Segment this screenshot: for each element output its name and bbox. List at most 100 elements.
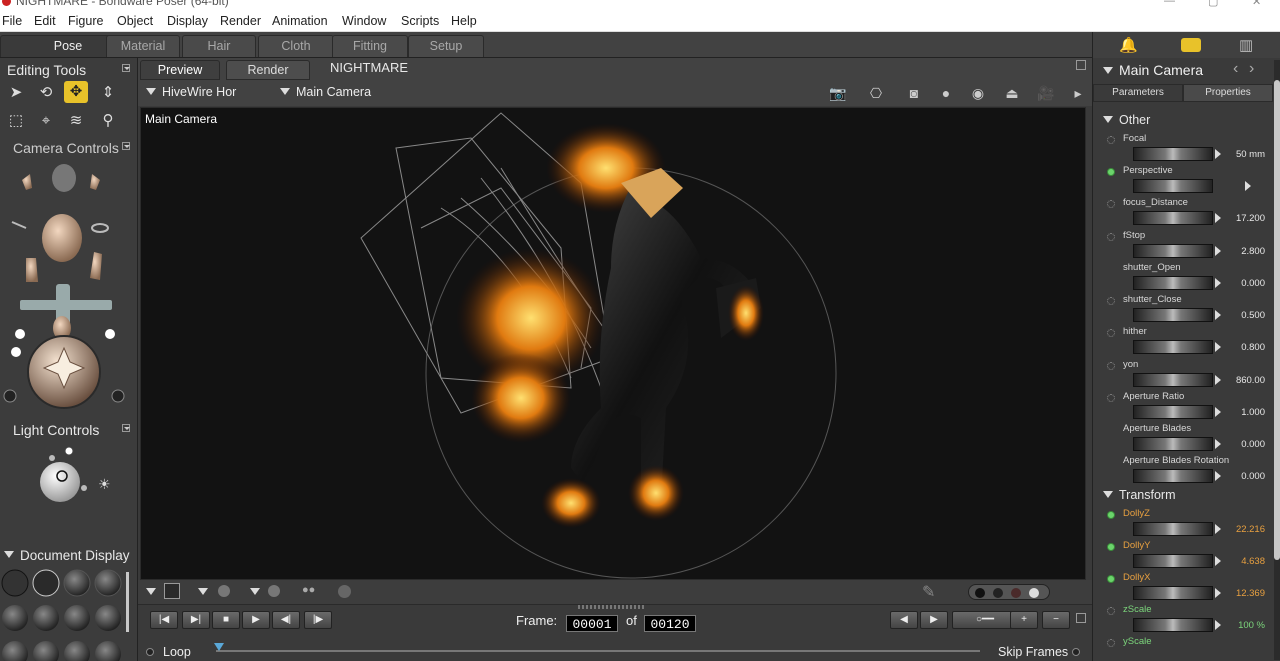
room-tab-setup[interactable]: Setup (408, 35, 484, 57)
menu-animation[interactable]: Animation (272, 14, 328, 28)
maximize-icon[interactable]: ▢ (1208, 0, 1218, 8)
chain-break-icon[interactable]: ≋ (64, 110, 88, 132)
3d-viewport[interactable]: Main Camera (140, 107, 1086, 580)
param-dial[interactable] (1133, 405, 1213, 419)
param-dial[interactable] (1133, 340, 1213, 354)
param-dial[interactable] (1133, 618, 1213, 632)
param-dollyx[interactable]: DollyX 12.369 (1105, 572, 1269, 604)
element-style-sphere-icon[interactable] (268, 585, 280, 597)
param-dial[interactable] (1133, 211, 1213, 225)
room-tab-hair[interactable]: Hair (182, 35, 256, 57)
collapse-triangle-icon[interactable] (1103, 67, 1113, 74)
param-focus-distance[interactable]: focus_Distance 17.200 (1105, 197, 1269, 229)
current-frame-field[interactable]: 00001 (566, 615, 618, 632)
param-dial[interactable] (1133, 179, 1213, 193)
loop-radio[interactable] (146, 648, 154, 656)
background-color-swatch[interactable] (164, 583, 180, 599)
menu-display[interactable]: Display (167, 14, 208, 28)
shadow-toggle-group[interactable] (968, 584, 1050, 600)
rotate-tool-icon[interactable]: ⟲ (34, 82, 58, 104)
panel-menu-icon[interactable] (122, 142, 130, 150)
tab-render[interactable]: Render (226, 60, 310, 80)
tab-preview[interactable]: Preview (140, 60, 220, 80)
light-controls-widget[interactable]: ☀ (0, 442, 134, 512)
param-aperture-blades[interactable]: Aperture Blades 0.000 (1105, 423, 1269, 455)
menu-render[interactable]: Render (220, 14, 261, 28)
param-focal[interactable]: Focal 50 mm (1105, 133, 1269, 165)
lit-sphere-icon[interactable]: ◉ (968, 84, 988, 102)
param-dial[interactable] (1133, 147, 1213, 161)
minimize-icon[interactable]: — (1164, 0, 1175, 7)
tab-parameters[interactable]: Parameters (1093, 84, 1183, 102)
param-shutter-close[interactable]: shutter_Close 0.500 (1105, 294, 1269, 326)
menu-file[interactable]: File (2, 14, 22, 28)
menu-edit[interactable]: Edit (34, 14, 56, 28)
tab-properties[interactable]: Properties (1183, 84, 1273, 102)
multi-sphere-icon[interactable]: ●● (302, 584, 322, 598)
paint-brush-icon[interactable]: ✎ (922, 582, 935, 602)
scale-tool-icon[interactable]: ⬚ (4, 110, 28, 132)
camera-controls-widget[interactable] (0, 158, 134, 414)
param-dial[interactable] (1133, 276, 1213, 290)
preview-sphere-icon[interactable] (338, 585, 351, 598)
room-tab-cloth[interactable]: Cloth (258, 35, 334, 57)
param-aperture-blades-rotation[interactable]: Aperture Blades Rotation 0.000 (1105, 455, 1269, 487)
timeline-track[interactable] (216, 650, 980, 652)
remove-keyframe-button[interactable]: − (1042, 611, 1070, 629)
step-forward-button[interactable]: |▶ (304, 611, 332, 629)
camera-select[interactable]: Main Camera (280, 85, 371, 99)
param-dollyy[interactable]: DollyY 4.638 (1105, 540, 1269, 572)
editing-tools-header[interactable]: Editing Tools (0, 60, 134, 80)
menu-scripts[interactable]: Scripts (401, 14, 439, 28)
library-icon[interactable]: ▥ (1239, 36, 1253, 54)
room-tab-fitting[interactable]: Fitting (332, 35, 408, 57)
panel-grip[interactable] (578, 605, 644, 609)
param-dial[interactable] (1133, 373, 1213, 387)
collapse-triangle-icon[interactable] (4, 551, 14, 558)
bell-icon[interactable]: 🔔 (1119, 36, 1138, 54)
panel-menu-icon[interactable] (122, 64, 130, 72)
room-tab-material[interactable]: Material (106, 35, 180, 57)
right-panel-scrollbar[interactable] (1274, 60, 1280, 660)
skip-frames-radio[interactable] (1072, 648, 1080, 656)
param-perspective[interactable]: Perspective (1105, 165, 1269, 197)
toolbar-more-icon[interactable]: ▸ (1068, 84, 1088, 102)
figure-style-sphere-icon[interactable] (218, 585, 230, 597)
add-keyframe-button[interactable]: + (1010, 611, 1038, 629)
total-frames-field[interactable]: 00120 (644, 615, 696, 632)
stop-button[interactable]: ■ (212, 611, 240, 629)
display-style-buttons[interactable] (0, 568, 134, 661)
morph-brush-icon[interactable]: ⚲ (96, 110, 120, 132)
previous-keyframe-button[interactable]: ◀ (890, 611, 918, 629)
next-keyframe-button[interactable]: ▶ (920, 611, 948, 629)
dropdown-triangle-icon[interactable] (198, 588, 208, 595)
timeline-playhead[interactable] (214, 643, 224, 651)
prev-actor-icon[interactable]: ‹ (1233, 60, 1238, 78)
movie-camera-icon[interactable]: 🎥 (1036, 84, 1056, 102)
param-dial[interactable] (1133, 308, 1213, 322)
viewport-menu-icon[interactable] (1076, 60, 1086, 70)
param-dial[interactable] (1133, 437, 1213, 451)
translate-tool-icon[interactable]: ✥ (64, 81, 88, 103)
menu-object[interactable]: Object (117, 14, 153, 28)
play-button[interactable]: ▶ (242, 611, 270, 629)
camera-controls-header[interactable]: Camera Controls (0, 138, 134, 158)
camera-snap-icon[interactable]: ⎔ (866, 84, 886, 102)
dropdown-triangle-icon[interactable] (146, 588, 156, 595)
ground-plane-icon[interactable]: ⏏ (1002, 84, 1022, 102)
scrollbar-thumb[interactable] (1274, 80, 1280, 560)
param-hither[interactable]: hither 0.800 (1105, 326, 1269, 358)
menu-help[interactable]: Help (451, 14, 477, 28)
param-zscale[interactable]: zScale 100 % (1105, 604, 1269, 636)
go-to-start-button[interactable]: |◀ (150, 611, 178, 629)
param-shutter-open[interactable]: shutter_Open 0.000 (1105, 262, 1269, 294)
panel-menu-icon[interactable] (122, 424, 130, 432)
param-dial[interactable] (1133, 469, 1213, 483)
translate-in-out-icon[interactable]: ⇕ (96, 82, 120, 104)
menu-figure[interactable]: Figure (68, 14, 103, 28)
param-dial[interactable] (1133, 554, 1213, 568)
param-dial[interactable] (1133, 586, 1213, 600)
go-to-end-button[interactable]: ▶| (182, 611, 210, 629)
next-actor-icon[interactable]: › (1249, 60, 1254, 78)
shading-sphere-icon[interactable]: ● (936, 84, 956, 102)
